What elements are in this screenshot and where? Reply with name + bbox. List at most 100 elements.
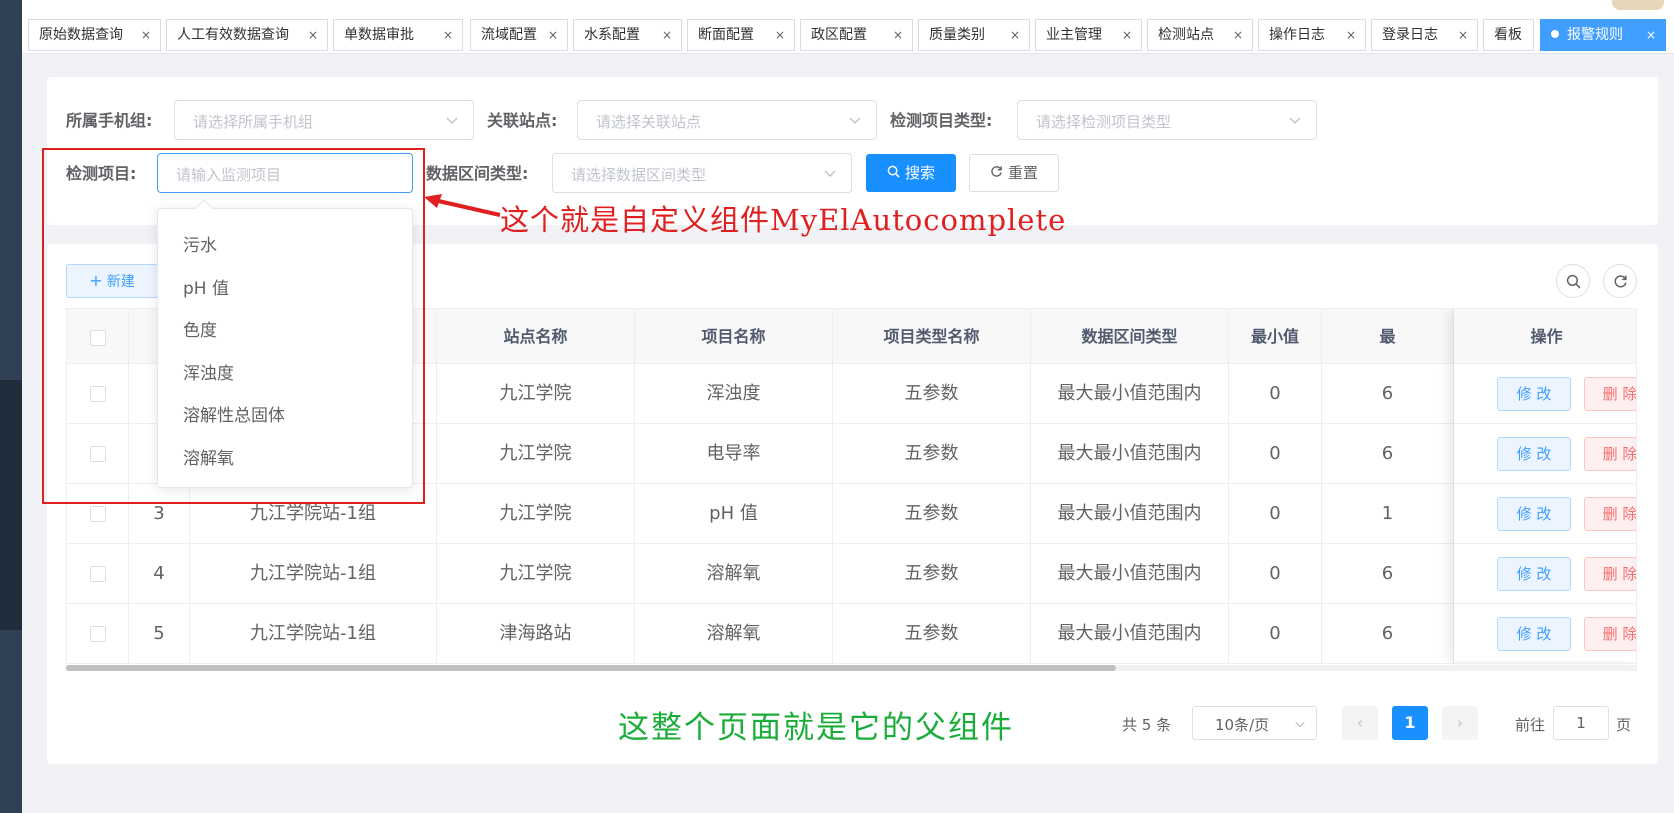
search-button[interactable]: 搜索 — [866, 154, 956, 192]
edit-button[interactable]: 修 改 — [1497, 377, 1571, 411]
delete-button[interactable]: 删 除 — [1584, 437, 1636, 471]
tab-tag[interactable]: 业主管理 × — [1035, 19, 1142, 51]
annotation-component-note: 这个就是自定义组件MyElAutocomplete — [500, 203, 1067, 237]
row-checkbox[interactable] — [89, 446, 106, 462]
item-type-select[interactable]: 请选择检测项目类型 — [1017, 100, 1317, 140]
table-cell: 五参数 — [833, 544, 1031, 604]
horizontal-scrollbar-thumb[interactable] — [66, 665, 1116, 671]
table-cell: 4 — [129, 544, 190, 604]
operation-cell: 修 改删 除 — [1454, 424, 1636, 484]
tab-tag[interactable]: 单数据审批 × — [333, 19, 463, 51]
autocomplete-option[interactable]: pH 值 — [183, 274, 229, 299]
tab-tag-label: 看板 — [1494, 27, 1522, 43]
tab-tag[interactable]: 看板 — [1483, 19, 1534, 51]
table-cell: 6 — [1322, 604, 1454, 664]
tab-tag[interactable]: 报警规则 × — [1540, 19, 1666, 51]
prev-page-button[interactable]: ‹ — [1342, 706, 1378, 740]
close-icon[interactable]: × — [775, 20, 785, 50]
tab-tag[interactable]: 政区配置 × — [800, 19, 913, 51]
tab-tag-label: 原始数据查询 — [39, 27, 123, 43]
new-button[interactable]: + 新建 — [66, 264, 158, 298]
close-icon[interactable]: × — [893, 20, 903, 50]
delete-button[interactable]: 删 除 — [1584, 617, 1636, 651]
autocomplete-option[interactable]: 溶解氧 — [183, 444, 234, 469]
toggle-search-button[interactable] — [1556, 264, 1590, 298]
range-type-select[interactable]: 请选择数据区间类型 — [552, 153, 852, 193]
close-icon[interactable]: × — [1233, 20, 1243, 50]
autocomplete-option[interactable]: 浑浊度 — [183, 359, 234, 384]
current-page-button[interactable]: 1 — [1392, 706, 1428, 740]
table-cell: 3 — [129, 484, 190, 544]
close-icon[interactable]: × — [1010, 20, 1020, 50]
edit-button[interactable]: 修 改 — [1497, 617, 1571, 651]
chevron-down-icon — [1295, 721, 1305, 728]
edit-button[interactable]: 修 改 — [1497, 497, 1571, 531]
close-icon[interactable]: × — [548, 20, 558, 50]
close-icon[interactable]: × — [141, 20, 151, 50]
reset-button[interactable]: 重置 — [969, 154, 1059, 192]
table-cell: 五参数 — [833, 484, 1031, 544]
row-checkbox[interactable] — [89, 386, 106, 402]
edit-button[interactable]: 修 改 — [1497, 437, 1571, 471]
operation-column: 操作修 改删 除修 改删 除修 改删 除修 改删 除修 改删 除 — [1454, 309, 1636, 664]
table-cell: 浑浊度 — [635, 364, 833, 424]
phone-group-select[interactable]: 请选择所属手机组 — [174, 100, 474, 140]
close-icon[interactable]: × — [308, 20, 318, 50]
operation-cell: 修 改删 除 — [1454, 364, 1636, 424]
autocomplete-option[interactable]: 污水 — [183, 231, 217, 256]
tab-tag[interactable]: 质量类别 × — [918, 19, 1030, 51]
row-checkbox[interactable] — [89, 626, 106, 642]
operation-cell: 修 改删 除 — [1454, 544, 1636, 604]
row-checkbox[interactable] — [89, 506, 106, 522]
delete-button[interactable]: 删 除 — [1584, 497, 1636, 531]
autocomplete-option[interactable]: 溶解性总固体 — [183, 401, 285, 426]
tab-tag-label: 流域配置 — [481, 27, 537, 43]
table-cell: 电导率 — [635, 424, 833, 484]
tab-tag[interactable]: 原始数据查询 × — [28, 19, 161, 51]
close-icon[interactable]: × — [1646, 20, 1656, 50]
sidebar-band — [0, 380, 22, 630]
station-select[interactable]: 请选择关联站点 — [577, 100, 877, 140]
goto-page-input[interactable]: 1 — [1553, 706, 1609, 740]
tab-tag-label: 政区配置 — [811, 27, 867, 43]
annotation-arrow — [424, 194, 501, 217]
close-icon[interactable]: × — [662, 20, 672, 50]
tab-tag-label: 操作日志 — [1269, 27, 1325, 43]
table-cell: pH 值 — [635, 484, 833, 544]
close-icon[interactable]: × — [1122, 20, 1132, 50]
delete-button[interactable]: 删 除 — [1584, 377, 1636, 411]
next-page-button[interactable]: › — [1442, 706, 1478, 740]
autocomplete-dropdown: 污水 pH 值色度浑浊度溶解性总固体 溶解氧 — [157, 199, 413, 488]
close-icon[interactable]: × — [443, 20, 453, 50]
item-type-label: 检测项目类型: — [890, 111, 993, 130]
delete-button[interactable]: 删 除 — [1584, 557, 1636, 591]
range-type-label: 数据区间类型: — [426, 164, 529, 183]
goto-label: 前往 — [1515, 716, 1546, 734]
item-autocomplete-input[interactable]: 请输入监测项目 — [157, 153, 413, 193]
tab-tag[interactable]: 人工有效数据查询 × — [166, 19, 328, 51]
tab-tag[interactable]: 流域配置 × — [470, 19, 568, 51]
chevron-down-icon — [446, 117, 458, 125]
tab-tag[interactable]: 水系配置 × — [573, 19, 682, 51]
tab-tag[interactable]: 登录日志 × — [1371, 19, 1478, 51]
close-icon[interactable]: × — [1346, 20, 1356, 50]
item-placeholder: 请输入监测项目 — [176, 166, 282, 184]
operation-header: 操作 — [1454, 309, 1636, 364]
refresh-table-button[interactable] — [1603, 264, 1637, 298]
edit-button[interactable]: 修 改 — [1497, 557, 1571, 591]
tab-tag[interactable]: 断面配置 × — [687, 19, 795, 51]
page-size-select[interactable]: 10条/页 — [1192, 706, 1317, 740]
tab-tag-label: 业主管理 — [1046, 27, 1102, 43]
table-cell — [67, 604, 129, 664]
table-cell: 最大最小值范围内 — [1031, 544, 1229, 604]
select-all-checkbox[interactable] — [89, 329, 106, 346]
autocomplete-option[interactable]: 色度 — [183, 316, 217, 341]
table-cell: 最大最小值范围内 — [1031, 424, 1229, 484]
close-icon[interactable]: × — [1458, 20, 1468, 50]
user-avatar[interactable] — [1612, 0, 1664, 10]
page-scrollbar[interactable] — [1660, 54, 1674, 813]
row-checkbox[interactable] — [89, 566, 106, 582]
tab-tag[interactable]: 操作日志 × — [1258, 19, 1366, 51]
tab-tag[interactable]: 检测站点 × — [1147, 19, 1253, 51]
refresh-icon — [991, 166, 1002, 177]
